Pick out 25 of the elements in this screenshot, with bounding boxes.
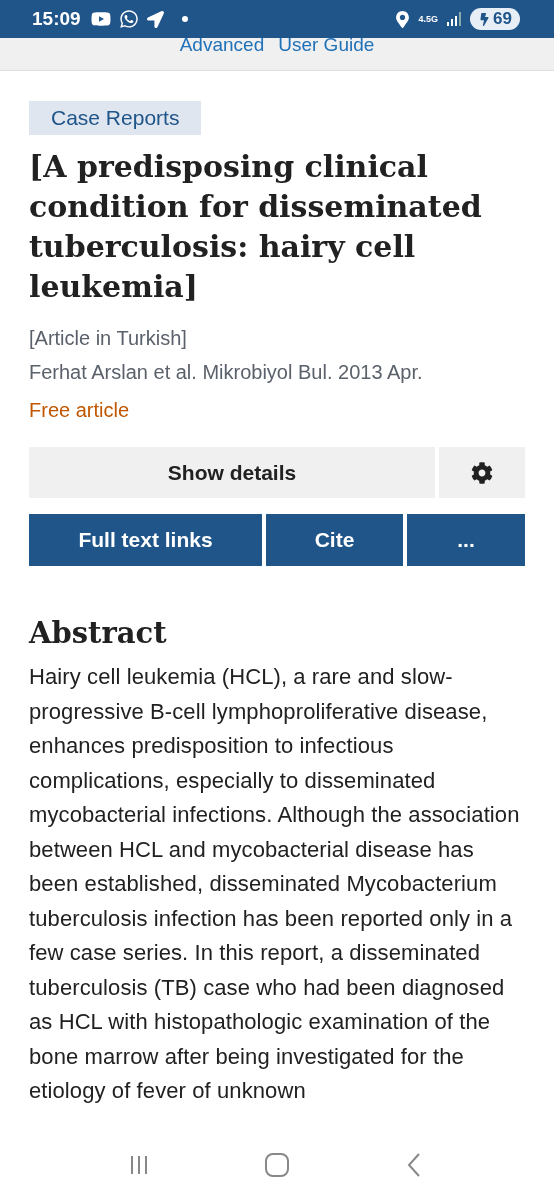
abstract-text: Hairy cell leukemia (HCL), a rare and slow-progressive B-cell lymphoproliferative disease, enhances predisposition to infectious complications, especially to disseminated mycobacterial infections. Although the association between HCL and mycobacterial disease has been established, disseminated Mycobacterium tuberculosis infection has been reported only in a few case series. In this report, a disseminated tuberculosis (TB) case who had been diagnosed as HCL with histopathologic examination of the bone marrow after being investigated for the etiology of fever of unknown [29, 663, 521, 1105]
show-details-button[interactable]: Show details [29, 447, 435, 498]
publication-type-tag: Case Reports [29, 101, 202, 135]
location-pin-icon [393, 10, 411, 28]
battery-indicator: 69 [470, 8, 520, 30]
nav-link[interactable]: User Guide [278, 38, 375, 54]
nav-link[interactable]: Advanced [179, 38, 265, 54]
language-note: [Article in Turkish] [29, 326, 188, 351]
gear-icon [471, 461, 493, 484]
abstract-heading: Abstract [29, 616, 168, 650]
signal-icon [446, 11, 463, 27]
full-text-links-button[interactable]: Full text links [29, 514, 262, 566]
cite-button[interactable]: Cite [266, 514, 403, 566]
settings-button[interactable] [439, 447, 525, 498]
location-arrow-icon [146, 10, 164, 28]
article-title: [A predisposing clinical condition for disseminated tuberculosis: hairy cell leukemia] [29, 148, 483, 306]
citation-text: Ferhat Arslan et al. Mikrobiyol Bul. 2013 Apr. [29, 360, 424, 385]
chat-bubble-icon [118, 9, 139, 29]
video-play-icon [90, 9, 111, 29]
notification-dot-icon [181, 16, 188, 22]
network-label: 4.5G [418, 14, 439, 24]
more-button[interactable]: ... [407, 514, 525, 566]
free-article-label: Free article [29, 398, 131, 423]
home-icon[interactable] [264, 1152, 290, 1178]
clock-time: 15:09 [32, 8, 81, 30]
